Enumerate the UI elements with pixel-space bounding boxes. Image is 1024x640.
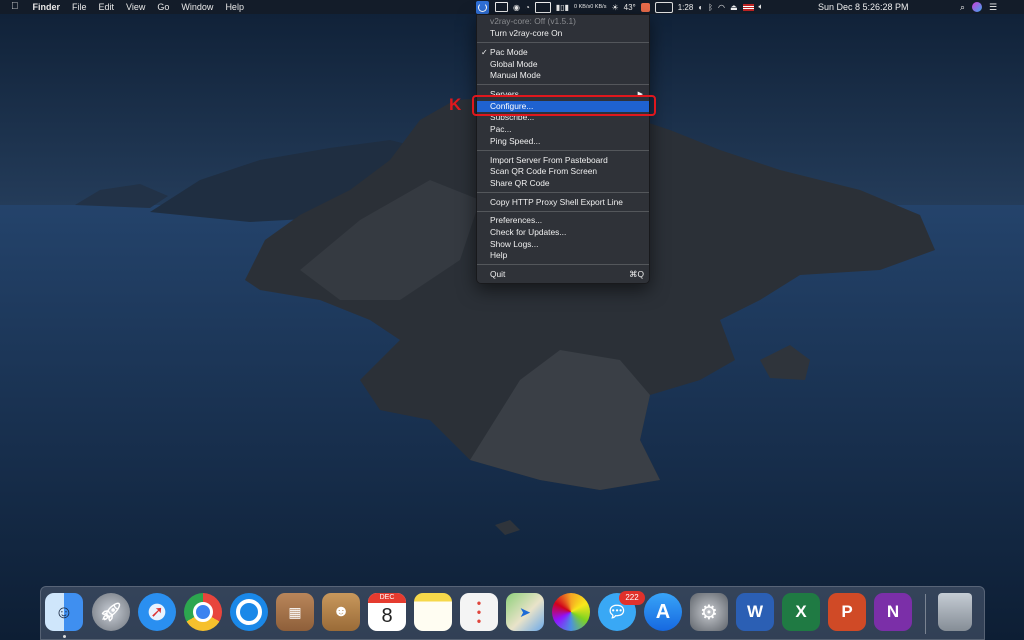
menu-import-server[interactable]: Import Server From Pasteboard [477,155,649,166]
apple-menu-icon[interactable]:  [0,0,27,14]
menu-pac-mode[interactable]: ✓ Pac Mode [477,47,649,58]
menu-scan-qr[interactable]: Scan QR Code From Screen [477,166,649,177]
menu-clock[interactable]: Sun Dec 8 5:26:28 PM [818,0,909,14]
eye-icon[interactable]: ◉ [513,0,520,14]
photos-icon[interactable] [552,593,590,631]
calendar-icon[interactable]: DEC 8 [368,593,406,631]
reminders-icon[interactable]: • • • [460,593,498,631]
battery-time[interactable]: 1:28 [678,0,694,14]
menu-check-updates[interactable]: Check for Updates... [477,227,649,238]
sun-icon: ☀ [611,2,619,12]
menu-ping-speed[interactable]: Ping Speed... [477,136,649,147]
spotlight-search-icon[interactable]: ⌕ [960,2,965,13]
trash-icon[interactable] [938,593,972,631]
menu-separator [477,211,649,212]
onenote-icon[interactable]: N [874,593,912,631]
powerpoint-icon[interactable]: P [828,593,866,631]
net-up-speed: 0 KB/s [574,4,591,10]
notification-center-icon[interactable]: ☰ [989,2,997,13]
volume-icon[interactable]: 🔈︎ [759,0,764,14]
running-indicator [63,635,66,638]
battery-icon[interactable] [654,0,673,14]
siri-icon[interactable] [972,2,983,12]
system-preferences-icon[interactable]: ⚙ [690,593,728,631]
menu-v2ray-status: v2ray-core: Off (v1.5.1) [490,16,576,26]
menu-turn-on[interactable]: Turn v2ray-core On [477,28,649,39]
v2rayu-dropdown-menu: v2ray-core: Off (v1.5.1) Turn v2ray-core… [476,14,650,284]
menu-app-name[interactable]: Finder [27,0,67,14]
safari-icon[interactable]: ➚ [138,593,176,631]
contacts-icon[interactable]: ☻ [322,593,360,631]
chrome-icon[interactable] [184,593,222,631]
menu-right-icons: ⌕ ☰ [960,0,997,14]
maps-icon[interactable]: ➤ [506,593,544,631]
input-flag-icon[interactable] [742,3,754,11]
word-icon[interactable]: W [736,593,774,631]
box-icon[interactable] [534,0,551,14]
menu-copy-proxy[interactable]: Copy HTTP Proxy Shell Export Line [477,197,649,208]
wifi-icon[interactable]: ◠ [718,0,725,14]
screen-icon[interactable] [495,0,508,14]
app-status-icon[interactable] [640,2,650,12]
menu-view[interactable]: View [120,0,151,14]
app-store-icon[interactable]: A [644,593,682,631]
menu-global-mode[interactable]: Global Mode [477,59,649,70]
menu-show-logs[interactable]: Show Logs... [477,239,649,250]
temperature[interactable]: 43° [624,0,636,14]
sync-icon[interactable]: ◐ [698,0,703,14]
menu-pac[interactable]: Pac... [477,124,649,135]
finder-icon[interactable]: ☺ [45,593,83,631]
calculator-icon[interactable]: ▦ [276,593,314,631]
checkmark-icon: ✓ [481,48,488,57]
menu-edit[interactable]: Edit [93,0,121,14]
net-down-speed: 0 KB/s [590,4,607,10]
menu-separator [477,192,649,193]
menu-separator [477,264,649,265]
menu-manual-mode[interactable]: Manual Mode [477,70,649,81]
cpu-meter-icon[interactable]: ▮▯▮ [556,0,569,14]
messages-badge: 222 [619,591,645,605]
quit-shortcut: ⌘Q [629,269,644,279]
calendar-day: 8 [381,605,393,627]
calendar-month: DEC [368,593,406,603]
menu-help[interactable]: Help [219,0,250,14]
menu-preferences[interactable]: Preferences... [477,215,649,226]
menu-go[interactable]: Go [151,0,175,14]
quicktime-icon[interactable] [230,593,268,631]
menu-separator [477,150,649,151]
timemachine-icon[interactable]: ◔ [525,0,530,14]
menu-file[interactable]: File [66,0,93,14]
annotation-highlight-box [472,95,656,116]
bluetooth-icon[interactable]: ᛒ [708,0,713,14]
dock-divider [925,594,926,634]
menu-help-item[interactable]: Help [477,250,649,261]
menu-window[interactable]: Window [175,0,219,14]
annotation-label: K [449,95,462,114]
status-menu-extras: ◉ ◔ ▮▯▮ 0 KB/s 0 KB/s ☀ 43° 1:28 ◐ ᛒ ◠ ⏏… [476,0,768,14]
menu-quit[interactable]: Quit ⌘Q [477,269,649,280]
menu-share-qr[interactable]: Share QR Code [477,178,649,189]
menu-separator [477,84,649,85]
excel-icon[interactable]: X [782,593,820,631]
eject-icon[interactable]: ⏏ [730,0,738,14]
v2rayu-status-icon[interactable] [476,0,489,14]
menu-separator [477,42,649,43]
network-speed: 0 KB/s 0 KB/s [574,0,606,14]
launchpad-icon[interactable]: 🚀︎ [92,593,130,631]
notes-icon[interactable] [414,593,452,631]
